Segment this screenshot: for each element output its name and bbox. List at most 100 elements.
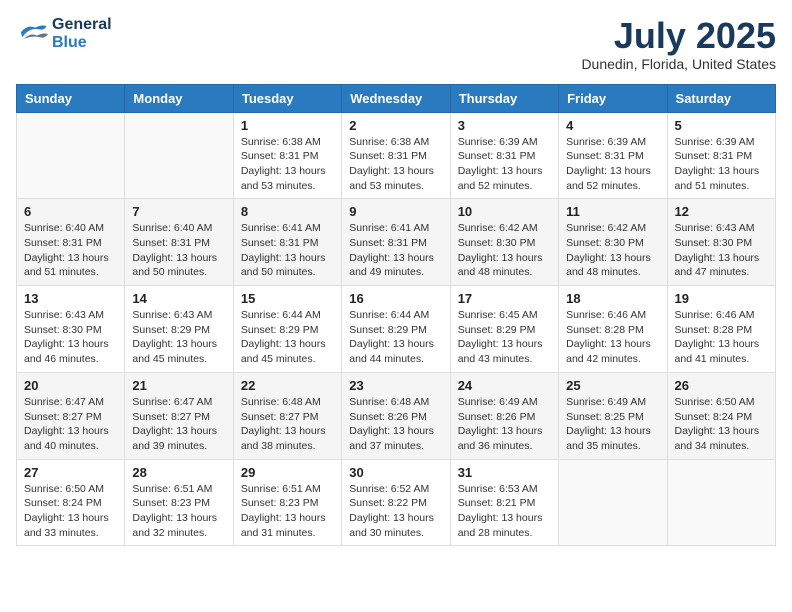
calendar-cell bbox=[559, 459, 667, 546]
calendar-cell: 20 Sunrise: 6:47 AMSunset: 8:27 PMDayligh… bbox=[17, 372, 125, 459]
day-info: Sunrise: 6:50 AMSunset: 8:24 PMDaylight:… bbox=[675, 395, 768, 454]
day-info: Sunrise: 6:51 AMSunset: 8:23 PMDaylight:… bbox=[132, 482, 225, 541]
weekday-header-wednesday: Wednesday bbox=[342, 84, 450, 112]
day-number: 27 bbox=[24, 465, 117, 480]
day-number: 3 bbox=[458, 118, 551, 133]
calendar-cell: 18 Sunrise: 6:46 AMSunset: 8:28 PMDayligh… bbox=[559, 286, 667, 373]
calendar-cell: 8 Sunrise: 6:41 AMSunset: 8:31 PMDaylight… bbox=[233, 199, 341, 286]
calendar-table: SundayMondayTuesdayWednesdayThursdayFrid… bbox=[16, 84, 776, 547]
day-number: 8 bbox=[241, 204, 334, 219]
day-number: 16 bbox=[349, 291, 442, 306]
calendar-cell: 13Sunrise: 6:43 AMSunset: 8:30 PMDayligh… bbox=[17, 286, 125, 373]
day-number: 25 bbox=[566, 378, 659, 393]
day-number: 17 bbox=[458, 291, 551, 306]
calendar-week-row: 6 Sunrise: 6:40 AMSunset: 8:31 PMDaylight… bbox=[17, 199, 776, 286]
day-info: Sunrise: 6:43 AMSunset: 8:29 PMDaylight:… bbox=[132, 308, 225, 367]
day-number: 9 bbox=[349, 204, 442, 219]
weekday-header-monday: Monday bbox=[125, 84, 233, 112]
day-number: 20 bbox=[24, 378, 117, 393]
day-info: Sunrise: 6:44 AMSunset: 8:29 PMDaylight:… bbox=[241, 308, 334, 367]
day-info: Sunrise: 6:40 AMSunset: 8:31 PMDaylight:… bbox=[24, 221, 117, 280]
day-number: 10 bbox=[458, 204, 551, 219]
calendar-cell: 19Sunrise: 6:46 AMSunset: 8:28 PMDayligh… bbox=[667, 286, 775, 373]
logo-text: General Blue bbox=[52, 16, 112, 52]
calendar-cell: 28 Sunrise: 6:51 AMSunset: 8:23 PMDayligh… bbox=[125, 459, 233, 546]
calendar-cell bbox=[17, 112, 125, 199]
day-info: Sunrise: 6:38 AMSunset: 8:31 PMDaylight:… bbox=[241, 135, 334, 194]
month-title: July 2025 bbox=[581, 16, 776, 56]
day-number: 7 bbox=[132, 204, 225, 219]
calendar-cell: 21Sunrise: 6:47 AMSunset: 8:27 PMDayligh… bbox=[125, 372, 233, 459]
calendar-cell: 24Sunrise: 6:49 AMSunset: 8:26 PMDayligh… bbox=[450, 372, 558, 459]
day-number: 26 bbox=[675, 378, 768, 393]
calendar-cell: 10 Sunrise: 6:42 AMSunset: 8:30 PMDayligh… bbox=[450, 199, 558, 286]
calendar-cell bbox=[125, 112, 233, 199]
calendar-cell: 26 Sunrise: 6:50 AMSunset: 8:24 PMDayligh… bbox=[667, 372, 775, 459]
day-number: 29 bbox=[241, 465, 334, 480]
title-block: July 2025 Dunedin, Florida, United State… bbox=[581, 16, 776, 72]
day-number: 6 bbox=[24, 204, 117, 219]
calendar-cell: 3 Sunrise: 6:39 AMSunset: 8:31 PMDaylight… bbox=[450, 112, 558, 199]
day-info: Sunrise: 6:42 AMSunset: 8:30 PMDaylight:… bbox=[566, 221, 659, 280]
day-number: 18 bbox=[566, 291, 659, 306]
calendar-week-row: 20 Sunrise: 6:47 AMSunset: 8:27 PMDayligh… bbox=[17, 372, 776, 459]
day-info: Sunrise: 6:49 AMSunset: 8:25 PMDaylight:… bbox=[566, 395, 659, 454]
calendar-cell: 23Sunrise: 6:48 AMSunset: 8:26 PMDayligh… bbox=[342, 372, 450, 459]
day-number: 28 bbox=[132, 465, 225, 480]
calendar-cell: 15 Sunrise: 6:44 AMSunset: 8:29 PMDayligh… bbox=[233, 286, 341, 373]
day-number: 19 bbox=[675, 291, 768, 306]
day-number: 14 bbox=[132, 291, 225, 306]
day-number: 5 bbox=[675, 118, 768, 133]
logo-bird-icon bbox=[16, 20, 48, 48]
calendar-cell: 22Sunrise: 6:48 AMSunset: 8:27 PMDayligh… bbox=[233, 372, 341, 459]
day-info: Sunrise: 6:48 AMSunset: 8:26 PMDaylight:… bbox=[349, 395, 442, 454]
weekday-header-saturday: Saturday bbox=[667, 84, 775, 112]
day-info: Sunrise: 6:44 AMSunset: 8:29 PMDaylight:… bbox=[349, 308, 442, 367]
day-info: Sunrise: 6:42 AMSunset: 8:30 PMDaylight:… bbox=[458, 221, 551, 280]
calendar-week-row: 1 Sunrise: 6:38 AMSunset: 8:31 PMDaylight… bbox=[17, 112, 776, 199]
calendar-cell: 2 Sunrise: 6:38 AMSunset: 8:31 PMDaylight… bbox=[342, 112, 450, 199]
day-info: Sunrise: 6:46 AMSunset: 8:28 PMDaylight:… bbox=[566, 308, 659, 367]
calendar-cell: 14 Sunrise: 6:43 AMSunset: 8:29 PMDayligh… bbox=[125, 286, 233, 373]
calendar-cell: 29 Sunrise: 6:51 AMSunset: 8:23 PMDayligh… bbox=[233, 459, 341, 546]
calendar-cell: 12 Sunrise: 6:43 AMSunset: 8:30 PMDayligh… bbox=[667, 199, 775, 286]
calendar-cell: 5Sunrise: 6:39 AMSunset: 8:31 PMDaylight… bbox=[667, 112, 775, 199]
day-info: Sunrise: 6:39 AMSunset: 8:31 PMDaylight:… bbox=[458, 135, 551, 194]
day-number: 24 bbox=[458, 378, 551, 393]
calendar-cell: 9Sunrise: 6:41 AMSunset: 8:31 PMDaylight… bbox=[342, 199, 450, 286]
day-number: 15 bbox=[241, 291, 334, 306]
day-number: 2 bbox=[349, 118, 442, 133]
calendar-cell: 30 Sunrise: 6:52 AMSunset: 8:22 PMDayligh… bbox=[342, 459, 450, 546]
day-number: 12 bbox=[675, 204, 768, 219]
calendar-cell bbox=[667, 459, 775, 546]
calendar-week-row: 13Sunrise: 6:43 AMSunset: 8:30 PMDayligh… bbox=[17, 286, 776, 373]
day-number: 31 bbox=[458, 465, 551, 480]
day-info: Sunrise: 6:41 AMSunset: 8:31 PMDaylight:… bbox=[241, 221, 334, 280]
day-info: Sunrise: 6:40 AMSunset: 8:31 PMDaylight:… bbox=[132, 221, 225, 280]
day-info: Sunrise: 6:48 AMSunset: 8:27 PMDaylight:… bbox=[241, 395, 334, 454]
calendar-cell: 16 Sunrise: 6:44 AMSunset: 8:29 PMDayligh… bbox=[342, 286, 450, 373]
day-info: Sunrise: 6:47 AMSunset: 8:27 PMDaylight:… bbox=[132, 395, 225, 454]
day-info: Sunrise: 6:43 AMSunset: 8:30 PMDaylight:… bbox=[675, 221, 768, 280]
day-info: Sunrise: 6:53 AMSunset: 8:21 PMDaylight:… bbox=[458, 482, 551, 541]
calendar-cell: 4Sunrise: 6:39 AMSunset: 8:31 PMDaylight… bbox=[559, 112, 667, 199]
weekday-header-thursday: Thursday bbox=[450, 84, 558, 112]
day-info: Sunrise: 6:38 AMSunset: 8:31 PMDaylight:… bbox=[349, 135, 442, 194]
location: Dunedin, Florida, United States bbox=[581, 56, 776, 72]
day-number: 1 bbox=[241, 118, 334, 133]
day-number: 30 bbox=[349, 465, 442, 480]
day-info: Sunrise: 6:43 AMSunset: 8:30 PMDaylight:… bbox=[24, 308, 117, 367]
day-info: Sunrise: 6:45 AMSunset: 8:29 PMDaylight:… bbox=[458, 308, 551, 367]
calendar-cell: 17 Sunrise: 6:45 AMSunset: 8:29 PMDayligh… bbox=[450, 286, 558, 373]
day-info: Sunrise: 6:52 AMSunset: 8:22 PMDaylight:… bbox=[349, 482, 442, 541]
day-info: Sunrise: 6:47 AMSunset: 8:27 PMDaylight:… bbox=[24, 395, 117, 454]
day-info: Sunrise: 6:39 AMSunset: 8:31 PMDaylight:… bbox=[566, 135, 659, 194]
calendar-cell: 1 Sunrise: 6:38 AMSunset: 8:31 PMDaylight… bbox=[233, 112, 341, 199]
day-info: Sunrise: 6:50 AMSunset: 8:24 PMDaylight:… bbox=[24, 482, 117, 541]
calendar-cell: 11 Sunrise: 6:42 AMSunset: 8:30 PMDayligh… bbox=[559, 199, 667, 286]
day-number: 11 bbox=[566, 204, 659, 219]
logo: General Blue bbox=[16, 16, 112, 52]
day-info: Sunrise: 6:51 AMSunset: 8:23 PMDaylight:… bbox=[241, 482, 334, 541]
calendar-cell: 6 Sunrise: 6:40 AMSunset: 8:31 PMDaylight… bbox=[17, 199, 125, 286]
calendar-week-row: 27 Sunrise: 6:50 AMSunset: 8:24 PMDayligh… bbox=[17, 459, 776, 546]
